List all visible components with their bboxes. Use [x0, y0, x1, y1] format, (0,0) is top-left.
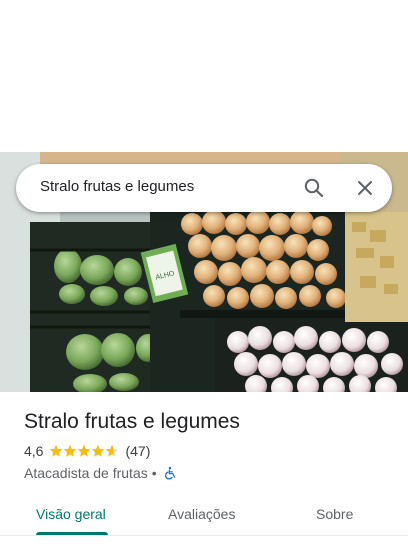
tab-reviews[interactable]: Avaliações — [168, 506, 235, 522]
close-icon[interactable] — [353, 176, 377, 200]
tab-about[interactable]: Sobre — [316, 506, 353, 522]
tab-overview[interactable]: Visão geral — [36, 506, 106, 522]
place-category: Atacadista de frutas — [24, 465, 148, 481]
search-query-text[interactable]: Stralo frutas e legumes — [40, 178, 194, 195]
active-tab-indicator — [36, 532, 108, 535]
wheelchair-icon — [163, 466, 177, 480]
rating-row[interactable]: 4,6 (47) — [24, 441, 394, 461]
star-icon — [78, 444, 91, 457]
category-row: Atacadista de frutas • — [24, 463, 394, 483]
rating-stars — [49, 444, 119, 458]
map-area-blank — [0, 0, 408, 152]
reviews-count[interactable]: (47) — [125, 443, 150, 459]
search-icon[interactable] — [302, 176, 326, 200]
separator-dot: • — [151, 465, 157, 481]
star-icon — [92, 444, 105, 457]
place-title: Stralo frutas e legumes — [24, 410, 240, 433]
place-info: Stralo frutas e legumes 4,6 (47) Atacadi… — [24, 408, 394, 483]
search-bar[interactable]: Stralo frutas e legumes — [16, 164, 392, 212]
place-tabs: Visão geral Avaliações Sobre — [0, 496, 408, 536]
star-icon — [106, 444, 119, 457]
rating-value: 4,6 — [24, 443, 44, 459]
star-icon — [64, 444, 77, 457]
star-icon — [50, 444, 63, 457]
